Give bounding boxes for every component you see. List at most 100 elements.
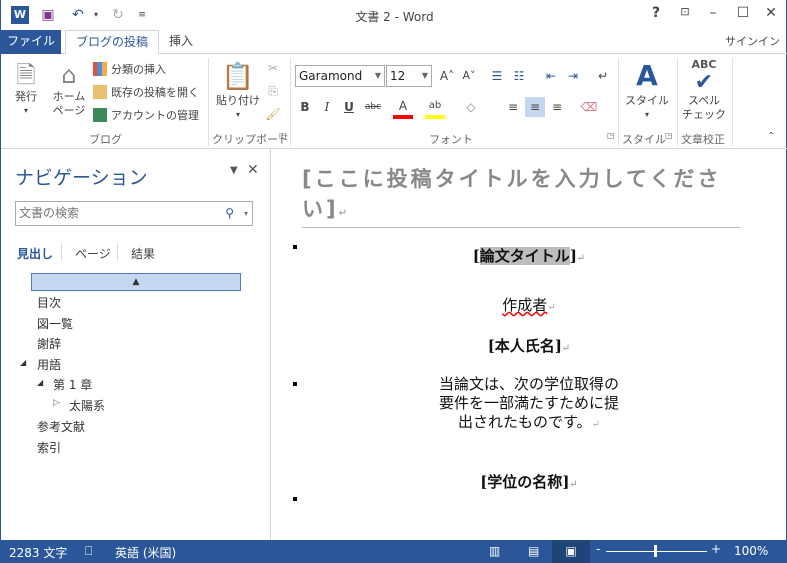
- heading-item[interactable]: 用語: [37, 356, 61, 373]
- clipboard-icon: 📋: [221, 62, 255, 92]
- degree-name[interactable]: [学位の名称]↵: [272, 471, 786, 492]
- manage-accounts-label: アカウントの管理: [111, 109, 199, 122]
- search-icon[interactable]: ⚲: [225, 202, 234, 225]
- zoom-out-button[interactable]: -: [596, 542, 600, 556]
- spelling-label-2: チェック: [682, 108, 726, 121]
- ribbon-display-options-icon[interactable]: ⊡: [673, 5, 697, 25]
- copy-icon[interactable]: ⎘: [263, 81, 283, 101]
- format-painter-icon[interactable]: 🖌: [263, 104, 283, 124]
- help-button[interactable]: ?: [644, 5, 668, 25]
- word-count[interactable]: 2283 文字: [9, 544, 67, 561]
- thesis-title[interactable]: [論文タイトル]↵: [272, 245, 786, 266]
- grow-font-icon[interactable]: A˄: [437, 66, 457, 86]
- zoom-level[interactable]: 100%: [734, 544, 768, 558]
- tab-results[interactable]: 結果: [131, 245, 155, 262]
- heading-item[interactable]: 図一覧: [37, 315, 73, 332]
- tab-file[interactable]: ファイル: [1, 30, 61, 54]
- styles-button[interactable]: A スタイル ▾: [623, 58, 671, 122]
- cut-icon[interactable]: ✂: [263, 58, 283, 78]
- shading-icon[interactable]: ◇: [461, 97, 481, 117]
- web-layout-icon[interactable]: ▣: [552, 540, 590, 563]
- numbering-icon[interactable]: ☷: [509, 66, 529, 86]
- styles-launcher-icon[interactable]: ◳: [665, 131, 673, 140]
- zoom-slider-thumb[interactable]: [654, 545, 657, 557]
- home-page-button[interactable]: ⌂ ホーム ページ: [49, 60, 89, 118]
- insert-category-button[interactable]: 分類の挿入: [93, 61, 166, 77]
- strikethrough-button[interactable]: abc: [361, 97, 385, 117]
- group-label-clipboard: クリップボード: [212, 133, 289, 146]
- read-mode-icon[interactable]: ▥: [489, 544, 500, 558]
- font-name-select[interactable]: Garamond ▼: [295, 65, 385, 87]
- nav-options-icon[interactable]: ▼: [230, 165, 238, 176]
- collapse-all-bar[interactable]: ▲: [31, 273, 241, 291]
- statement-line: 要件を一部満たすために提: [438, 394, 619, 412]
- maximize-icon[interactable]: ☐: [731, 5, 755, 25]
- collapsed-triangle-icon[interactable]: ▷: [53, 398, 60, 408]
- align-center-icon[interactable]: ≡: [525, 97, 545, 117]
- language-indicator[interactable]: 英語 (米国): [115, 544, 176, 561]
- bold-button[interactable]: B: [295, 97, 315, 117]
- nav-close-icon[interactable]: ✕: [247, 162, 259, 178]
- post-title-text: [ここに投稿タイトルを入力してください]: [302, 167, 722, 221]
- decrease-indent-icon[interactable]: ⇤: [541, 66, 561, 86]
- publish-label: 発行: [15, 90, 37, 103]
- increase-indent-icon[interactable]: ⇥: [563, 66, 583, 86]
- author-label[interactable]: 作成者↵: [272, 294, 786, 315]
- line-break-icon[interactable]: ↵: [593, 66, 613, 86]
- tab-insert[interactable]: 挿入: [159, 30, 203, 54]
- shrink-font-icon[interactable]: A˅: [459, 66, 479, 86]
- expanded-triangle-icon[interactable]: ◢: [37, 378, 43, 387]
- tab-headings[interactable]: 見出し: [17, 245, 53, 262]
- author-label-text: 作成者: [502, 296, 548, 314]
- search-dropdown-icon[interactable]: ▾: [244, 202, 248, 225]
- close-icon[interactable]: ✕: [759, 5, 783, 25]
- publish-icon: 🗎: [16, 61, 36, 89]
- open-existing-button[interactable]: 既存の投稿を開く: [93, 84, 199, 100]
- spelling-button[interactable]: ABC ✔ スペル チェック: [681, 58, 727, 122]
- underline-button[interactable]: U: [339, 97, 359, 117]
- heading-item[interactable]: 謝辞: [37, 335, 61, 352]
- open-existing-label: 既存の投稿を開く: [111, 86, 199, 99]
- paste-button[interactable]: 📋 貼り付け ▾: [215, 60, 261, 122]
- clipboard-launcher-icon[interactable]: ◳: [279, 131, 287, 140]
- font-launcher-icon[interactable]: ◳: [607, 131, 615, 140]
- heading-item[interactable]: 太陽系: [69, 397, 105, 414]
- collapse-ribbon-icon[interactable]: ⌃: [767, 131, 775, 142]
- document-area[interactable]: [ここに投稿タイトルを入力してください]↵ [論文タイトル]↵ 作成者↵ [本人…: [272, 149, 786, 540]
- post-title-placeholder[interactable]: [ここに投稿タイトルを入力してください]↵: [302, 163, 740, 228]
- heading-item[interactable]: 参考文献: [37, 418, 85, 435]
- manage-accounts-button[interactable]: アカウントの管理: [93, 107, 199, 123]
- account-icon: [93, 108, 107, 122]
- statement-paragraph[interactable]: 当論文は、次の学位取得の 要件を一部満たすために提 出されたものです。↵: [272, 375, 786, 434]
- thesis-title-text: 論文タイトル: [479, 247, 570, 265]
- minimize-icon[interactable]: –: [701, 5, 725, 25]
- ribbon: 🗎 発行 ▾ ⌂ ホーム ページ 分類の挿入 既存の投稿を開く アカウントの管理 …: [1, 54, 787, 149]
- author-name[interactable]: [本人氏名]↵: [272, 335, 786, 356]
- print-layout-icon[interactable]: ▤: [528, 544, 539, 558]
- font-size-select[interactable]: 12 ▼: [386, 65, 432, 87]
- publish-button[interactable]: 🗎 発行 ▾: [9, 60, 43, 118]
- highlight-icon[interactable]: ab: [425, 97, 445, 119]
- heading-item[interactable]: 目次: [37, 294, 61, 311]
- folder-icon: [93, 85, 107, 99]
- bullets-icon[interactable]: ☰: [487, 66, 507, 86]
- heading-item[interactable]: 第 1 章: [53, 376, 92, 393]
- paste-label: 貼り付け: [216, 94, 260, 107]
- expanded-triangle-icon[interactable]: ◢: [20, 358, 26, 367]
- group-label-font: フォント: [429, 133, 473, 146]
- proofing-status-icon[interactable]: ⎕: [85, 544, 92, 559]
- tab-pages[interactable]: ページ: [75, 245, 111, 262]
- status-bar: 2283 文字 ⎕ 英語 (米国) ▥ ▤ ▣ - + 100%: [1, 540, 787, 563]
- italic-button[interactable]: I: [317, 97, 337, 117]
- align-left-icon[interactable]: ≡: [503, 97, 523, 117]
- align-right-icon[interactable]: ≡: [547, 97, 567, 117]
- search-input[interactable]: 文書の検索 ⚲ ▾: [15, 201, 253, 226]
- statement-line: 出されたものです。: [458, 413, 592, 431]
- font-color-icon[interactable]: A: [393, 97, 413, 119]
- tab-blog-post[interactable]: ブログの投稿: [65, 30, 160, 54]
- heading-item[interactable]: 索引: [37, 439, 61, 456]
- zoom-in-button[interactable]: +: [711, 542, 721, 556]
- group-label-styles: スタイル: [622, 133, 666, 146]
- clear-formatting-icon[interactable]: ⌫: [579, 97, 599, 117]
- sign-in-link[interactable]: サインイン: [725, 33, 780, 49]
